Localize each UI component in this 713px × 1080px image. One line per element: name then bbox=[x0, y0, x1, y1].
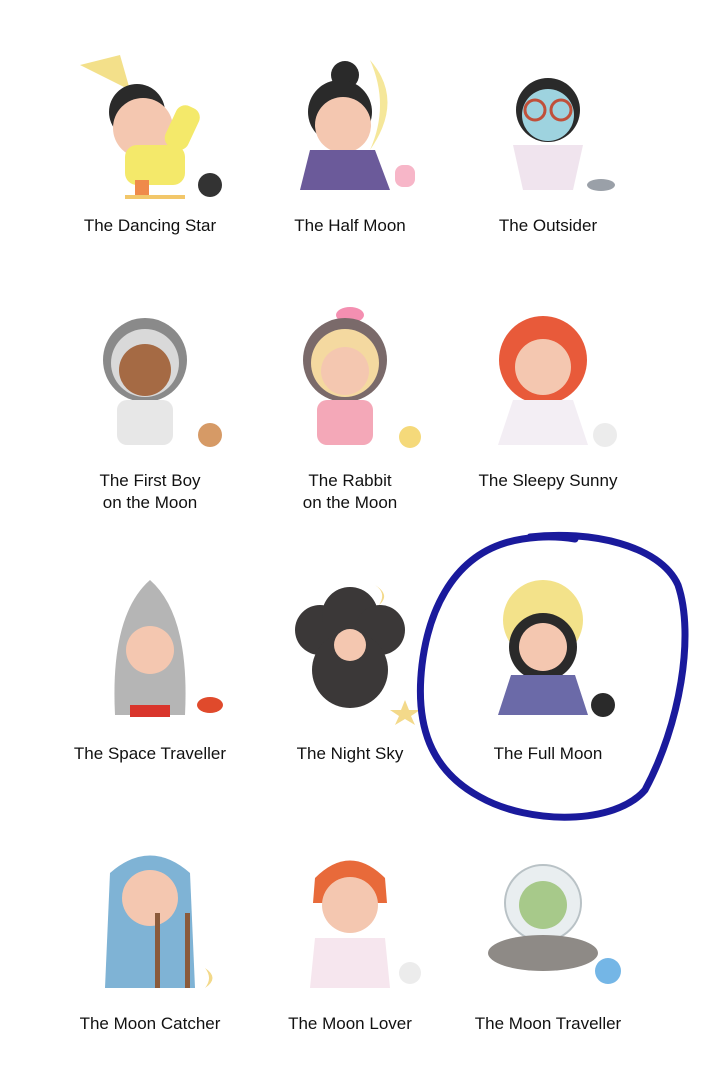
item-caption: The Full Moon bbox=[493, 744, 603, 763]
item-half-moon: The Half Moon bbox=[250, 40, 450, 250]
outsider-figure bbox=[513, 78, 615, 191]
item-full-moon: The Full Moon bbox=[448, 570, 648, 770]
item-moon-catcher: The Moon Catcher bbox=[50, 838, 250, 1048]
item-first-boy-on-the-moon: The First Boy on the Moon bbox=[50, 300, 250, 520]
item-caption: The Space Traveller bbox=[73, 744, 227, 763]
item-rabbit-on-the-moon: The Rabbit on the Moon bbox=[250, 300, 450, 520]
item-caption: The Dancing Star bbox=[83, 216, 217, 235]
item-caption: The Moon Lover bbox=[288, 1014, 412, 1033]
rabbit-figure bbox=[303, 307, 421, 448]
item-moon-traveller: The Moon Traveller bbox=[448, 838, 648, 1048]
item-caption: The Moon Catcher bbox=[79, 1014, 221, 1033]
item-caption: The Night Sky bbox=[296, 744, 404, 763]
sleepy-sunny-figure bbox=[498, 316, 617, 447]
figure-catalog-grid: The Dancing Star The Half Moon The Outsi… bbox=[0, 0, 713, 1080]
item-caption: The Rabbit on the Moon bbox=[302, 471, 398, 512]
item-space-traveller: The Space Traveller bbox=[50, 570, 250, 770]
dancing-star-figure bbox=[80, 55, 222, 199]
item-caption: The Outsider bbox=[498, 216, 598, 235]
item-caption: The First Boy on the Moon bbox=[99, 471, 201, 512]
full-moon-figure bbox=[498, 580, 615, 717]
item-caption: The Half Moon bbox=[294, 216, 406, 235]
moon-lover-figure bbox=[310, 860, 421, 988]
item-caption: The Sleepy Sunny bbox=[478, 471, 618, 490]
night-sky-figure bbox=[295, 585, 420, 725]
item-caption: The Moon Traveller bbox=[474, 1014, 622, 1033]
item-outsider: The Outsider bbox=[448, 40, 648, 250]
space-traveller-figure bbox=[114, 580, 223, 717]
first-boy-figure bbox=[103, 318, 222, 447]
item-moon-lover: The Moon Lover bbox=[250, 838, 450, 1048]
item-dancing-star: The Dancing Star bbox=[50, 40, 250, 250]
moon-traveller-figure bbox=[488, 864, 621, 984]
moon-catcher-figure bbox=[105, 855, 213, 988]
half-moon-figure bbox=[300, 60, 415, 190]
item-sleepy-sunny: The Sleepy Sunny bbox=[448, 300, 648, 520]
item-night-sky: The Night Sky bbox=[250, 570, 450, 770]
